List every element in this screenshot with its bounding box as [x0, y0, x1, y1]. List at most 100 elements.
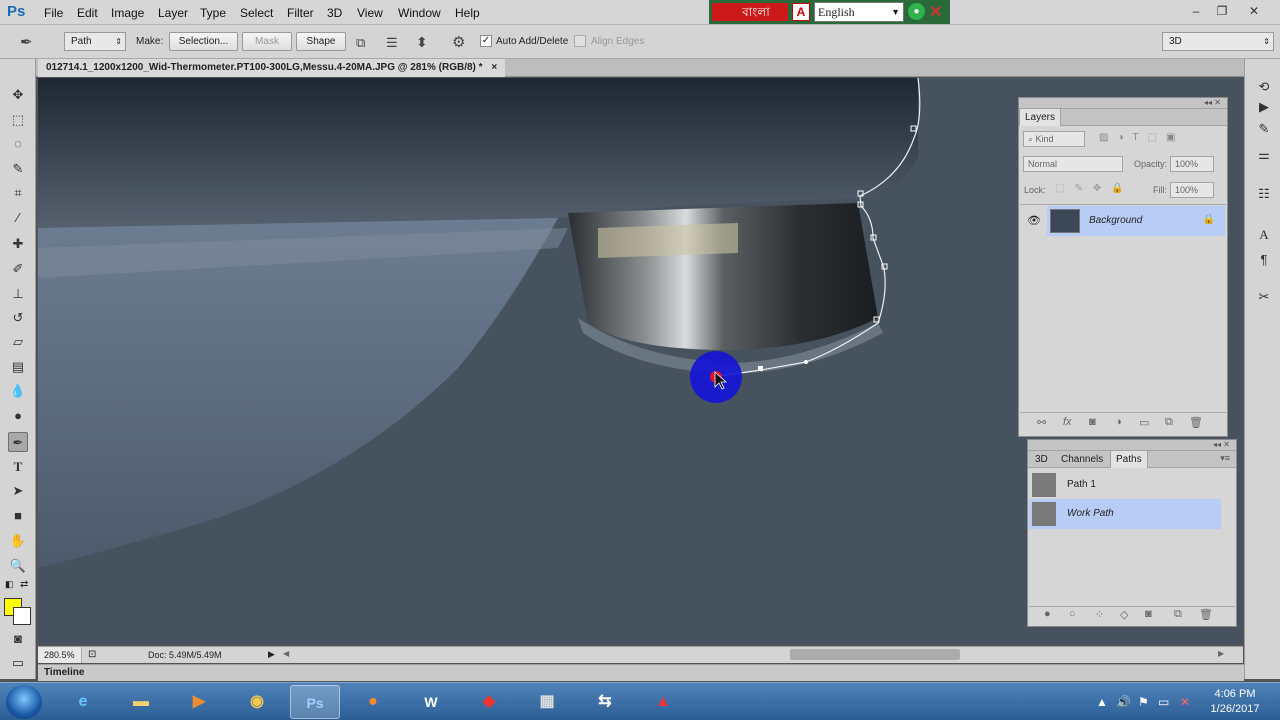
photoshop-taskbar-icon[interactable]: Ps [290, 685, 340, 719]
lasso-tool-icon[interactable]: ◌ [8, 134, 28, 154]
zoom-tool-icon[interactable]: 🔍 [8, 556, 28, 576]
zoom-field[interactable]: 280.5% [38, 647, 82, 663]
tab-3d[interactable]: 3D [1030, 451, 1053, 468]
panel-collapse-bar[interactable]: ◂◂ ✕ [1028, 440, 1236, 451]
swap-colors-icon[interactable]: ⇄ [20, 579, 28, 590]
tool-presets-icon[interactable]: ✂ [1255, 289, 1273, 307]
adjustment-layer-icon[interactable]: ◑ [1115, 416, 1122, 428]
tab-layers[interactable]: Layers [1019, 109, 1062, 126]
auto-add-delete-checkbox[interactable]: ✓ [480, 35, 492, 47]
file-explorer-icon[interactable]: ▬ [116, 685, 166, 719]
actions-icon[interactable]: ▶ [1255, 99, 1273, 117]
layer-filter-icons[interactable]: ▨◑T⬚▣ [1099, 132, 1185, 143]
tab-channels[interactable]: Channels [1056, 451, 1108, 468]
path-row-path-1[interactable]: Path 1 [1029, 470, 1221, 500]
internet-explorer-icon[interactable]: e [58, 685, 108, 719]
path-alignment-icon[interactable]: ☰ [386, 35, 398, 51]
timeline-panel[interactable]: Timeline [38, 664, 1244, 681]
scroll-left-icon[interactable]: ◀ [283, 649, 289, 658]
path-arrangement-icon[interactable]: ⬍ [416, 34, 428, 51]
background-color-swatch[interactable] [13, 607, 31, 625]
bangla-label[interactable]: বাংলা [712, 3, 788, 21]
tab-paths[interactable]: Paths [1110, 451, 1148, 468]
gradient-tool-icon[interactable]: ▤ [8, 357, 28, 377]
move-tool-icon[interactable]: ✥ [8, 85, 28, 105]
menu-file[interactable]: File [44, 6, 63, 20]
brush-presets-icon[interactable]: ✎ [1255, 121, 1273, 139]
chrome-icon[interactable]: ◉ [232, 685, 282, 719]
layer-row-background[interactable]: Background 🔒 [1047, 206, 1225, 236]
fill-field[interactable]: 100% [1170, 182, 1214, 198]
status-menu-arrow-icon[interactable]: ▶ [268, 649, 275, 660]
network-icon[interactable]: ▭ [1158, 695, 1169, 709]
stroke-path-icon[interactable]: ○ [1069, 608, 1076, 620]
new-group-icon[interactable]: ▭ [1139, 416, 1149, 429]
scroll-right-icon[interactable]: ▶ [1218, 649, 1224, 658]
menu-image[interactable]: Image [111, 6, 144, 20]
panel-menu-icon[interactable]: ▾≡ [1220, 453, 1230, 464]
menu-window[interactable]: Window [398, 6, 441, 20]
calculator-icon[interactable]: ▦ [522, 685, 572, 719]
network-error-icon[interactable]: ✕ [1180, 695, 1190, 709]
teamviewer-icon[interactable]: ⇆ [580, 685, 630, 719]
align-edges-checkbox[interactable] [574, 35, 586, 47]
minimize-button[interactable]: – [1183, 2, 1209, 20]
new-layer-icon[interactable]: ⧉ [1165, 416, 1173, 429]
properties-icon[interactable]: ☷ [1255, 186, 1273, 204]
dodge-tool-icon[interactable]: ● [8, 406, 28, 426]
opacity-field[interactable]: 100% [1170, 156, 1214, 172]
fill-path-icon[interactable]: ● [1044, 608, 1051, 620]
marquee-tool-icon[interactable]: ⬚ [8, 110, 28, 130]
new-path-icon[interactable]: ⧉ [1174, 608, 1182, 621]
path-selection-tool-icon[interactable]: ➤ [8, 481, 28, 501]
trash-icon[interactable]: 🗑 [1189, 416, 1203, 429]
blur-tool-icon[interactable]: 💧 [8, 381, 28, 401]
load-selection-icon[interactable]: ⁘ [1095, 608, 1104, 621]
menu-edit[interactable]: Edit [77, 6, 98, 20]
menu-view[interactable]: View [357, 6, 383, 20]
type-tool-icon[interactable]: T [8, 457, 28, 477]
eraser-tool-icon[interactable]: ▱ [8, 332, 28, 352]
media-player-icon[interactable]: ▶ [174, 685, 224, 719]
menu-filter[interactable]: Filter [287, 6, 314, 20]
quick-selection-tool-icon[interactable]: ✎ [8, 159, 28, 179]
eyedropper-tool-icon[interactable]: ⁄ [8, 208, 28, 228]
adjustments-icon[interactable]: ⚌ [1255, 147, 1273, 165]
close-button[interactable]: ✕ [1241, 2, 1267, 20]
menu-type[interactable]: Type [200, 6, 226, 20]
gear-icon[interactable]: ⚙ [452, 33, 465, 51]
tool-mode-select[interactable]: Path ⇕ [64, 32, 126, 51]
character-icon[interactable]: A [1255, 227, 1273, 245]
crop-tool-icon[interactable]: ⌗ [8, 183, 28, 203]
quick-mask-icon[interactable]: ◙ [8, 629, 28, 649]
brush-tool-icon[interactable]: ✐ [8, 259, 28, 279]
make-work-path-icon[interactable]: ◇ [1120, 608, 1128, 621]
start-button[interactable] [6, 685, 42, 719]
pen-tool-icon[interactable]: ✒ [20, 33, 33, 51]
clone-stamp-tool-icon[interactable]: ⊥ [8, 284, 28, 304]
blend-mode-select[interactable]: Normal [1023, 156, 1123, 172]
healing-brush-tool-icon[interactable]: ✚ [8, 234, 28, 254]
language-select[interactable]: English ▼ [814, 2, 904, 22]
selection-button[interactable]: Selection... [169, 32, 238, 51]
link-layers-icon[interactable]: ⚯ [1037, 416, 1046, 429]
menu-3d[interactable]: 3D [327, 6, 342, 20]
hand-tool-icon[interactable]: ✋ [8, 531, 28, 551]
tab-close-icon[interactable]: × [491, 62, 497, 73]
acrobat-taskbar-icon[interactable]: ◆ [464, 685, 514, 719]
menu-help[interactable]: Help [455, 6, 480, 20]
layer-mask-icon[interactable]: ◙ [1089, 416, 1096, 428]
path-operations-icon[interactable]: ⧉ [356, 35, 365, 51]
restore-button[interactable]: ❐ [1209, 2, 1235, 20]
history-brush-tool-icon[interactable]: ↺ [8, 308, 28, 328]
tray-arrow-icon[interactable]: ▲ [1096, 695, 1108, 709]
paragraph-icon[interactable]: ¶ [1255, 252, 1273, 270]
screen-mode-icon[interactable]: ▭ [8, 653, 28, 673]
default-colors-icon[interactable]: ◧ [5, 579, 14, 590]
help-icon[interactable]: ● [908, 3, 925, 20]
shape-button[interactable]: Shape [296, 32, 346, 51]
word-icon[interactable]: W [406, 685, 456, 719]
volume-icon[interactable]: 🔊 [1116, 695, 1131, 709]
firefox-icon[interactable]: ● [348, 685, 398, 719]
close-icon[interactable]: ✕ [929, 2, 942, 22]
